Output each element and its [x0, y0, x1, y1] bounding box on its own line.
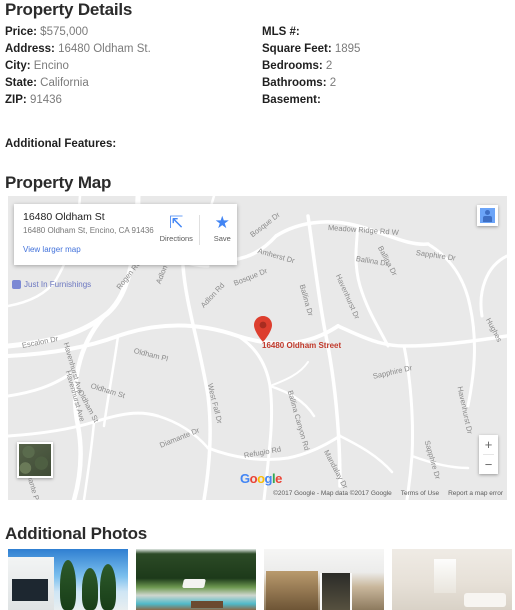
report-map-error-link[interactable]: Report a map error	[448, 490, 503, 497]
bathroom-photo[interactable]	[392, 549, 512, 610]
directions-arrow-icon: ⇱	[169, 213, 184, 232]
detail-row-bathrooms: Bathrooms: 2	[262, 75, 360, 92]
page-title: Property Details	[5, 0, 133, 19]
property-map-title: Property Map	[5, 173, 112, 192]
street-view-pegman-icon[interactable]	[477, 205, 498, 226]
detail-value: 2	[329, 77, 337, 89]
detail-label: ZIP:	[5, 94, 27, 106]
satellite-view-toggle[interactable]	[17, 442, 53, 478]
detail-value: California	[40, 77, 89, 89]
detail-row-basement: Basement:	[262, 92, 360, 109]
detail-value: 91436	[29, 94, 62, 106]
interior-living-photo[interactable]	[264, 549, 384, 610]
detail-row-mls: MLS #:	[262, 24, 360, 41]
detail-row-price: Price: $575,000	[5, 24, 151, 41]
detail-value: 2	[325, 60, 333, 72]
map-copyright: ©2017 Google - Map data ©2017 Google	[273, 489, 392, 497]
detail-label: MLS #:	[262, 26, 300, 38]
map-attribution-bar: ©2017 Google - Map data ©2017 Google Ter…	[8, 486, 507, 500]
map-info-card[interactable]: 16480 Oldham St 16480 Oldham St, Encino,…	[14, 204, 237, 265]
star-icon: ★	[214, 213, 230, 232]
detail-label: State:	[5, 77, 37, 89]
property-map[interactable]: Just In Furnishings Rogen Rd Adlon Rd Esca…	[8, 196, 507, 500]
terms-of-use-link[interactable]: Terms of Use	[401, 490, 439, 497]
pool-photo[interactable]	[136, 549, 256, 610]
detail-value: $575,000	[40, 26, 89, 38]
detail-row-bedrooms: Bedrooms: 2	[262, 58, 360, 75]
map-info-title: 16480 Oldham St	[23, 211, 105, 223]
save-button[interactable]: ★ Save	[200, 213, 245, 243]
save-label: Save	[213, 234, 231, 243]
detail-label: Bedrooms:	[262, 60, 323, 72]
zoom-out-button[interactable]: −	[479, 455, 498, 474]
view-larger-map-link[interactable]: View larger map	[23, 245, 81, 254]
detail-label: City:	[5, 60, 31, 72]
zoom-in-button[interactable]: +	[479, 435, 498, 454]
details-right-column: MLS #: Square Feet: 1895 Bedrooms: 2 Bat…	[262, 24, 360, 109]
detail-value: Encino	[33, 60, 69, 72]
exterior-front-photo[interactable]	[8, 549, 128, 610]
detail-label: Basement:	[262, 94, 321, 106]
map-info-card-text: 16480 Oldham St 16480 Oldham St, Encino,…	[14, 204, 154, 265]
map-info-address: 16480 Oldham St, Encino, CA 91436	[23, 226, 154, 235]
directions-label: Directions	[159, 234, 193, 243]
detail-label: Price:	[5, 26, 37, 38]
directions-button[interactable]: ⇱ Directions	[154, 213, 199, 243]
poi-marker-icon	[12, 280, 21, 289]
property-listing-page: Property Details Price: $575,000 Address…	[0, 0, 515, 610]
detail-label: Square Feet:	[262, 43, 332, 55]
detail-row-address: Address: 16480 Oldham St.	[5, 41, 151, 58]
google-logo: Google	[240, 471, 282, 486]
details-left-column: Price: $575,000 Address: 16480 Oldham St…	[5, 24, 151, 109]
additional-features-label: Additional Features:	[5, 138, 117, 150]
map-zoom-controls[interactable]: + −	[479, 435, 498, 474]
detail-row-state: State: California	[5, 75, 151, 92]
property-marker-label: 16480 Oldham Street	[262, 341, 342, 350]
detail-label: Address:	[5, 43, 55, 55]
additional-photos-title: Additional Photos	[5, 524, 148, 543]
poi-label: Just In Furnishings	[24, 280, 92, 289]
detail-label: Bathrooms:	[262, 77, 327, 89]
detail-row-zip: ZIP: 91436	[5, 92, 151, 109]
detail-row-city: City: Encino	[5, 58, 151, 75]
additional-photos-gallery	[8, 549, 512, 610]
detail-value: 1895	[334, 43, 361, 55]
map-pin-icon	[254, 316, 272, 342]
detail-value: 16480 Oldham St.	[58, 43, 151, 55]
detail-row-square-feet: Square Feet: 1895	[262, 41, 360, 58]
map-info-actions: ⇱ Directions ★ Save	[154, 204, 245, 265]
poi-just-in-furnishings[interactable]: Just In Furnishings	[12, 280, 91, 289]
